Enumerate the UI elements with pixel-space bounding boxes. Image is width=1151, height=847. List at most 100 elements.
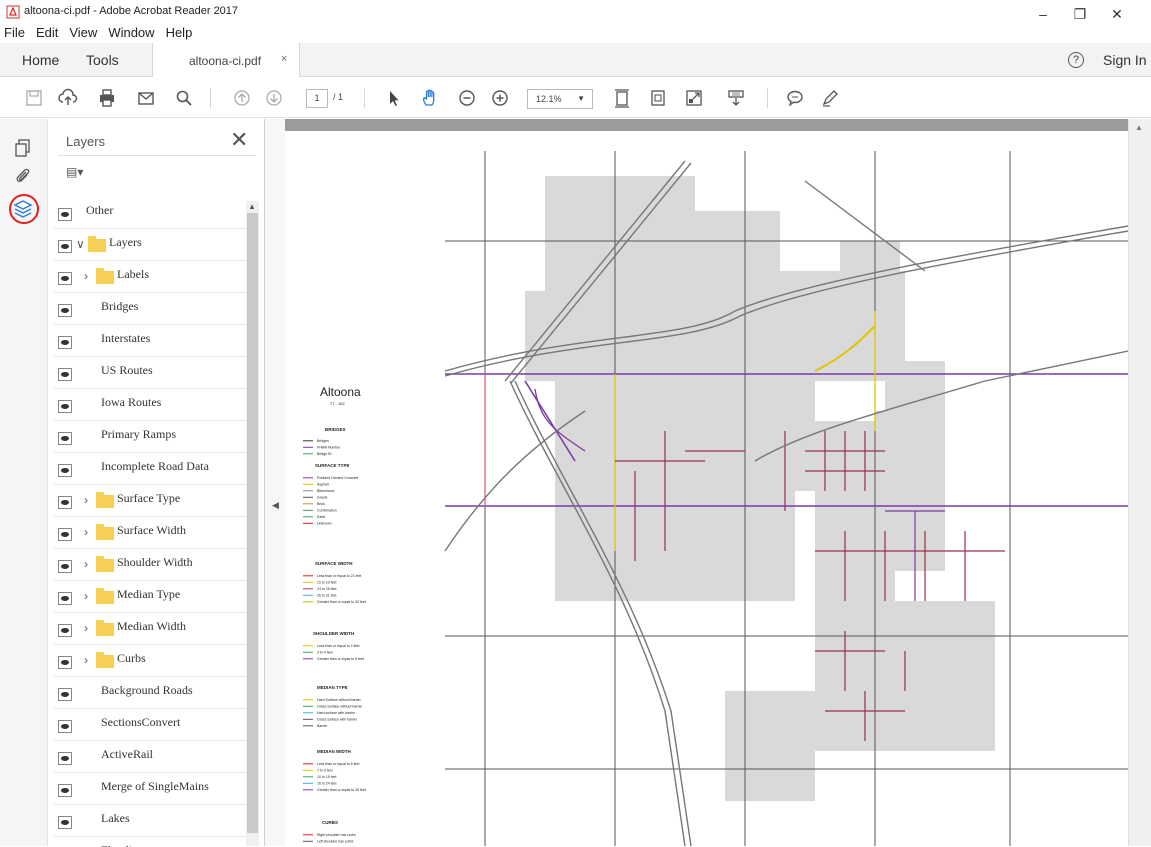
hand-tool-icon[interactable] (418, 86, 442, 110)
layer-row[interactable]: Other (54, 197, 254, 229)
layer-row[interactable]: › Labels (54, 261, 254, 293)
close-window-button[interactable]: ✕ (1097, 0, 1137, 28)
layers-scrollbar-thumb[interactable] (247, 213, 258, 833)
layer-row[interactable]: ∨ Layers (54, 229, 254, 261)
menu-help[interactable]: Help (165, 25, 194, 40)
layer-row[interactable]: › Curbs (54, 645, 254, 677)
layer-row[interactable]: Background Roads (54, 677, 254, 709)
help-icon[interactable]: ? (1068, 52, 1084, 68)
menu-file[interactable]: File (3, 25, 26, 40)
tab-tools[interactable]: Tools (86, 52, 119, 68)
zoom-level-value: 12.1% (536, 94, 562, 104)
layer-row[interactable]: › Surface Width (54, 517, 254, 549)
eye-visibility-icon[interactable] (58, 784, 72, 797)
select-cursor-icon[interactable] (382, 86, 406, 110)
eye-visibility-icon[interactable] (58, 560, 72, 573)
eye-visibility-icon[interactable] (58, 464, 72, 477)
email-icon[interactable] (134, 86, 158, 110)
layer-row[interactable]: Bridges (54, 293, 254, 325)
eye-visibility-icon[interactable] (58, 368, 72, 381)
tab-close-icon[interactable]: × (281, 53, 287, 65)
eye-visibility-icon[interactable] (58, 656, 72, 669)
menu-edit[interactable]: Edit (35, 25, 59, 40)
zoom-level-select[interactable]: 12.1% ▼ (527, 89, 593, 109)
chevron-right-icon[interactable]: › (84, 525, 88, 539)
layer-row[interactable]: › Shoulder Width (54, 549, 254, 581)
eye-visibility-icon[interactable] (58, 240, 72, 253)
layer-row[interactable]: Incomplete Road Data (54, 453, 254, 485)
legend-item-label: Barrier (317, 724, 328, 728)
tab-home[interactable]: Home (22, 52, 59, 68)
layer-row[interactable]: › Median Type (54, 581, 254, 613)
eye-visibility-icon[interactable] (58, 752, 72, 765)
legend-surface-width-heading: SURFACE WIDTH (315, 561, 353, 566)
layers-icon[interactable] (12, 198, 34, 220)
layer-row[interactable]: Primary Ramps (54, 421, 254, 453)
sign-in-link[interactable]: Sign In (1103, 52, 1147, 68)
close-icon[interactable]: ✕ (230, 127, 248, 153)
layer-row[interactable]: Lakes (54, 805, 254, 837)
chevron-right-icon[interactable]: › (84, 493, 88, 507)
eye-visibility-icon[interactable] (58, 816, 72, 829)
layer-row[interactable]: US Routes (54, 357, 254, 389)
layer-row[interactable]: Interstates (54, 325, 254, 357)
save-icon[interactable] (22, 86, 46, 110)
layers-options-menu[interactable]: ▤▾ (66, 165, 83, 179)
chevron-right-icon[interactable]: › (84, 653, 88, 667)
minimize-button[interactable]: – (1023, 0, 1063, 28)
eye-visibility-icon[interactable] (58, 336, 72, 349)
eye-visibility-icon[interactable] (58, 432, 72, 445)
legend-item-label: Less than or equal to 6 feet (317, 762, 359, 766)
attachments-icon[interactable] (12, 165, 34, 187)
eye-visibility-icon[interactable] (58, 688, 72, 701)
collapse-arrow-icon[interactable]: ◀ (272, 500, 279, 511)
eye-visibility-icon[interactable] (58, 400, 72, 413)
chevron-right-icon[interactable]: › (84, 589, 88, 603)
eye-visibility-icon[interactable] (58, 496, 72, 509)
menu-view[interactable]: View (68, 25, 98, 40)
layer-label: Median Type (117, 587, 181, 601)
legend-item-label: Hard Surface without barrier (317, 698, 362, 702)
scroll-mode-icon[interactable] (724, 86, 748, 110)
layer-row[interactable]: Merge of SingleMains (54, 773, 254, 805)
scroll-up-arrow[interactable]: ▲ (1135, 123, 1143, 132)
chevron-right-icon[interactable]: › (84, 621, 88, 635)
previous-page-icon[interactable] (230, 86, 254, 110)
comment-icon[interactable] (783, 86, 807, 110)
layer-row[interactable]: ActiveRail (54, 741, 254, 773)
next-page-icon[interactable] (262, 86, 286, 110)
eye-visibility-icon[interactable] (58, 208, 72, 221)
full-screen-icon[interactable] (682, 86, 706, 110)
zoom-in-icon[interactable] (488, 86, 512, 110)
eye-visibility-icon[interactable] (58, 528, 72, 541)
page-thumbnails-icon[interactable] (12, 137, 34, 159)
legend-surface-type-heading: SURFACE TYPE (315, 463, 350, 468)
fit-page-icon[interactable] (610, 86, 634, 110)
restore-button[interactable]: ❐ (1060, 0, 1100, 28)
eye-visibility-icon[interactable] (58, 624, 72, 637)
layer-label: Shoulder Width (117, 555, 193, 569)
eye-visibility-icon[interactable] (58, 304, 72, 317)
share-upload-icon[interactable] (56, 86, 80, 110)
rotate-view-icon[interactable] (646, 86, 670, 110)
page-number-input[interactable]: 1 (306, 89, 328, 108)
document-scrollbar[interactable]: ▲ (1128, 119, 1151, 846)
layer-row[interactable]: Iowa Routes (54, 389, 254, 421)
layer-row[interactable]: › Surface Type (54, 485, 254, 517)
chevron-right-icon[interactable]: › (84, 557, 88, 571)
scroll-up-arrow[interactable]: ▲ (248, 202, 256, 211)
chevron-down-icon[interactable]: ∨ (76, 237, 85, 251)
panel-collapse-handle[interactable] (265, 119, 285, 846)
search-icon[interactable] (172, 86, 196, 110)
print-icon[interactable] (95, 86, 119, 110)
chevron-right-icon[interactable]: › (84, 269, 88, 283)
eye-visibility-icon[interactable] (58, 592, 72, 605)
zoom-out-icon[interactable] (455, 86, 479, 110)
highlight-pen-icon[interactable] (818, 86, 842, 110)
eye-visibility-icon[interactable] (58, 720, 72, 733)
layer-row[interactable]: › Median Width (54, 613, 254, 645)
layer-row[interactable]: SectionsConvert (54, 709, 254, 741)
tab-document[interactable]: altoona-ci.pdf × (152, 43, 300, 77)
menu-window[interactable]: Window (107, 25, 155, 40)
eye-visibility-icon[interactable] (58, 272, 72, 285)
